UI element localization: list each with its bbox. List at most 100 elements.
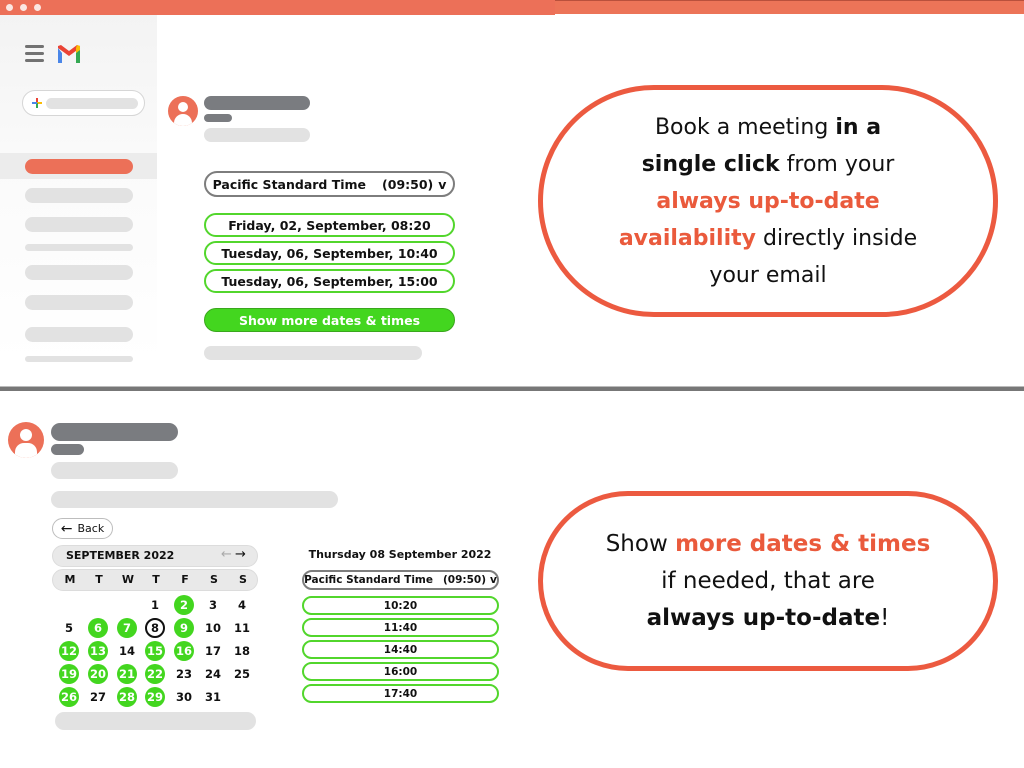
maximize-dot[interactable] xyxy=(34,4,41,11)
sender-meta-placeholder xyxy=(204,114,232,122)
calendar-day-available[interactable]: 9 xyxy=(174,618,194,638)
calendar-day-available[interactable]: 19 xyxy=(59,664,79,684)
chevron-down-icon: v xyxy=(438,176,447,192)
weekday-label: S xyxy=(210,573,218,586)
calendar-month-header: SEPTEMBER 2022 ← → xyxy=(52,545,258,567)
email-line-placeholder xyxy=(204,346,422,360)
sidebar-item[interactable] xyxy=(25,265,133,280)
calendar-day: 30 xyxy=(175,690,192,704)
close-dot[interactable] xyxy=(6,4,13,11)
arrow-left-icon: ← xyxy=(60,520,73,537)
time-slot-label: 14:40 xyxy=(383,643,418,656)
time-slot[interactable]: 11:40 xyxy=(302,618,499,637)
timezone-select[interactable]: Pacific Standard Time (09:50) v xyxy=(302,570,499,590)
callout-line: always up-to-date! xyxy=(646,604,890,631)
calendar-weekday-row: MTWTFSS xyxy=(52,569,258,591)
timezone-current-time: (09:50) xyxy=(382,176,434,192)
calendar-day: 5 xyxy=(64,621,73,635)
sender-avatar xyxy=(8,422,44,458)
sidebar-item[interactable] xyxy=(25,217,133,232)
calendar-day-available[interactable]: 15 xyxy=(145,641,165,661)
calendar-day-available[interactable]: 12 xyxy=(59,641,79,661)
back-label: Back xyxy=(77,522,105,535)
compose-button[interactable] xyxy=(22,90,145,116)
callout-line: if needed, that are xyxy=(661,567,875,594)
arrow-left-icon[interactable]: ← xyxy=(221,547,232,562)
sidebar-item-active[interactable] xyxy=(25,159,133,174)
callout-line: single click from your xyxy=(641,151,895,177)
selected-date-label: Thursday 08 September 2022 xyxy=(308,548,492,561)
time-slot-label: 10:20 xyxy=(383,599,418,612)
chevron-down-icon: v xyxy=(490,574,497,586)
slot-label: Friday, 02, September, 08:20 xyxy=(228,217,431,233)
slot-label: Tuesday, 06, September, 10:40 xyxy=(221,245,438,261)
calendar-day-selected[interactable]: 8 xyxy=(145,618,165,638)
calendar-day: 27 xyxy=(89,690,106,704)
month-label: SEPTEMBER 2022 xyxy=(66,549,175,562)
calendar-day-available[interactable]: 29 xyxy=(145,687,165,707)
calendar-day-available[interactable]: 13 xyxy=(88,641,108,661)
arrow-right-icon[interactable]: → xyxy=(235,547,246,562)
show-more-label: Show more dates & times xyxy=(238,312,421,328)
time-slot[interactable]: 16:00 xyxy=(302,662,499,681)
calendar-day-available[interactable]: 22 xyxy=(145,664,165,684)
email-line-placeholder xyxy=(55,712,256,730)
weekday-label: W xyxy=(121,573,135,586)
sender-name-placeholder xyxy=(204,96,310,110)
timezone-current-time: (09:50) xyxy=(443,574,487,586)
time-slot-label: 16:00 xyxy=(383,665,418,678)
suggested-slot[interactable]: Tuesday, 06, September, 10:40 xyxy=(204,241,455,265)
sidebar-item[interactable] xyxy=(25,327,133,342)
calendar-day: 23 xyxy=(175,667,192,681)
email-line-placeholder xyxy=(204,128,310,142)
timezone-select[interactable]: Pacific Standard Time (09:50) v xyxy=(204,171,455,197)
email-line-placeholder xyxy=(51,491,338,508)
time-slot[interactable]: 17:40 xyxy=(302,684,499,703)
calendar-day: 31 xyxy=(204,690,221,704)
calendar-day: 10 xyxy=(204,621,221,635)
callout-line: Book a meeting in a xyxy=(654,114,882,140)
sender-avatar xyxy=(168,96,198,126)
calendar-day-available[interactable]: 16 xyxy=(174,641,194,661)
calendar-day-available[interactable]: 6 xyxy=(88,618,108,638)
email-line-placeholder xyxy=(51,462,178,479)
weekday-label: T xyxy=(152,573,160,586)
weekday-label: M xyxy=(64,573,76,586)
calendar-day-available[interactable]: 28 xyxy=(117,687,137,707)
calendar-day-available[interactable]: 26 xyxy=(59,687,79,707)
calendar-day-available[interactable]: 21 xyxy=(117,664,137,684)
time-slot-label: 11:40 xyxy=(383,621,418,634)
callout-line: availability directly inside xyxy=(618,225,918,251)
calendar-day: 24 xyxy=(204,667,221,681)
timezone-label: Pacific Standard Time xyxy=(304,574,433,586)
calendar-day-available[interactable]: 7 xyxy=(117,618,137,638)
sidebar-item[interactable] xyxy=(25,356,133,362)
callout-line: Show more dates & times xyxy=(605,530,931,557)
sidebar-item[interactable] xyxy=(25,188,133,203)
sender-meta-placeholder xyxy=(51,444,84,455)
sidebar-item[interactable] xyxy=(25,295,133,310)
sidebar-item[interactable] xyxy=(25,244,133,251)
calendar-day: 18 xyxy=(233,644,250,658)
minimize-dot[interactable] xyxy=(20,4,27,11)
weekday-label: F xyxy=(181,573,189,586)
show-more-dates-button[interactable]: Show more dates & times xyxy=(204,308,455,332)
feature-callout-more-dates: Show more dates & times if needed, that … xyxy=(538,491,998,671)
hamburger-icon[interactable] xyxy=(25,45,44,62)
calendar-day: 11 xyxy=(233,621,250,635)
calendar-day: 14 xyxy=(118,644,135,658)
suggested-slot[interactable]: Friday, 02, September, 08:20 xyxy=(204,213,455,237)
back-button[interactable]: ← Back xyxy=(52,518,113,539)
suggested-slot[interactable]: Tuesday, 06, September, 15:00 xyxy=(204,269,455,293)
calendar-day: 17 xyxy=(204,644,221,658)
calendar-day-available[interactable]: 2 xyxy=(174,595,194,615)
calendar-day: 4 xyxy=(237,598,246,612)
feature-callout-booking: Book a meeting in a single click from yo… xyxy=(538,85,998,317)
calendar-day: 25 xyxy=(233,667,250,681)
time-slot[interactable]: 14:40 xyxy=(302,640,499,659)
gmail-logo-icon xyxy=(56,44,82,64)
slot-label: Tuesday, 06, September, 15:00 xyxy=(221,273,438,289)
time-slot[interactable]: 10:20 xyxy=(302,596,499,615)
compose-label-placeholder xyxy=(46,98,138,109)
calendar-day-available[interactable]: 20 xyxy=(88,664,108,684)
